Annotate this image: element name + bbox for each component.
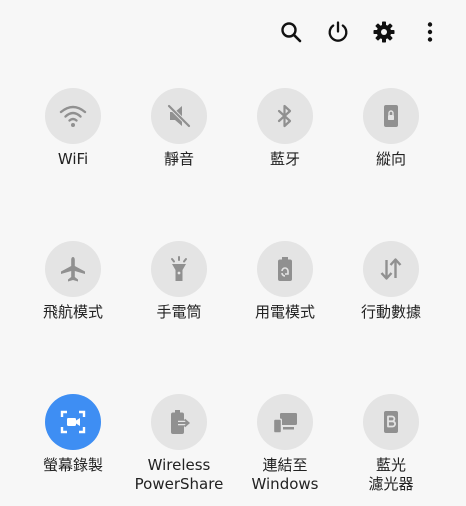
tile-power-mode[interactable]: 用電模式: [227, 241, 343, 322]
wireless-powershare-icon: [171, 410, 191, 434]
wifi-icon: [59, 105, 87, 127]
tile-label: 螢幕錄製: [42, 456, 103, 474]
tile-wireless-powershare[interactable]: Wireless PowerShare: [121, 394, 237, 494]
tile-label: 連結至 Windows: [251, 456, 319, 493]
tile-label: 縱向: [375, 150, 406, 168]
tile-link-to-windows-button[interactable]: [257, 394, 313, 450]
tile-wifi-button[interactable]: [45, 88, 101, 144]
tile-label: 藍牙: [269, 150, 300, 168]
tile-flashlight-button[interactable]: [151, 241, 207, 297]
tile-mobile-data-button[interactable]: [363, 241, 419, 297]
power-icon: [328, 21, 348, 42]
tile-screen-recorder-button[interactable]: [45, 394, 101, 450]
tile-label: 藍光 濾光器: [368, 456, 414, 493]
link-to-windows-icon: [273, 413, 297, 434]
tile-bluetooth[interactable]: 藍牙: [227, 88, 343, 169]
tile-screen-recorder[interactable]: 螢幕錄製: [15, 394, 131, 475]
tile-wireless-powershare-button[interactable]: [151, 394, 207, 450]
search-icon: [281, 22, 302, 43]
tile-airplane-mode[interactable]: 飛航模式: [15, 241, 131, 322]
tile-link-to-windows[interactable]: 連結至 Windows: [227, 394, 343, 494]
tile-bluetooth-button[interactable]: [257, 88, 313, 144]
search-button[interactable]: [273, 14, 309, 50]
tile-mute[interactable]: 靜音: [121, 88, 237, 169]
tile-mute-button[interactable]: [151, 88, 207, 144]
power-button[interactable]: [320, 14, 356, 50]
blue-light-filter-icon: [384, 411, 398, 433]
tile-label: 飛航模式: [42, 303, 103, 321]
portrait-lock-icon: [384, 105, 398, 127]
tile-flashlight[interactable]: 手電筒: [121, 241, 237, 322]
mobile-data-icon: [380, 258, 402, 280]
tile-label: 手電筒: [156, 303, 202, 321]
tile-label: 用電模式: [254, 303, 315, 321]
quick-settings-panel: WiFi 靜音 藍牙 縱向 飛航模式 手電筒 用電模式 行動數據 螢幕錄製 Wi…: [0, 0, 466, 506]
tile-mobile-data[interactable]: 行動數據: [333, 241, 449, 322]
tile-airplane-mode-button[interactable]: [45, 241, 101, 297]
airplane-icon: [61, 257, 85, 282]
mute-icon: [167, 104, 191, 128]
tile-wifi[interactable]: WiFi: [15, 88, 131, 169]
more-options-button[interactable]: [412, 14, 448, 50]
gear-icon: [373, 21, 395, 43]
flashlight-icon: [171, 256, 187, 281]
tile-power-mode-button[interactable]: [257, 241, 313, 297]
bluetooth-icon: [277, 104, 292, 128]
tile-blue-light-filter-button[interactable]: [363, 394, 419, 450]
tile-label: 行動數據: [360, 303, 421, 321]
tile-blue-light-filter[interactable]: 藍光 濾光器: [333, 394, 449, 494]
tile-label: Wireless PowerShare: [134, 456, 224, 493]
settings-button[interactable]: [366, 14, 402, 50]
screen-recorder-icon: [60, 410, 86, 434]
tile-label: WiFi: [57, 150, 89, 168]
tile-portrait-button[interactable]: [363, 88, 419, 144]
quick-settings-toolbar: [0, 14, 466, 50]
more-vertical-icon: [427, 22, 433, 42]
battery-saver-icon: [278, 257, 292, 281]
tile-portrait[interactable]: 縱向: [333, 88, 449, 169]
tile-label: 靜音: [163, 150, 194, 168]
